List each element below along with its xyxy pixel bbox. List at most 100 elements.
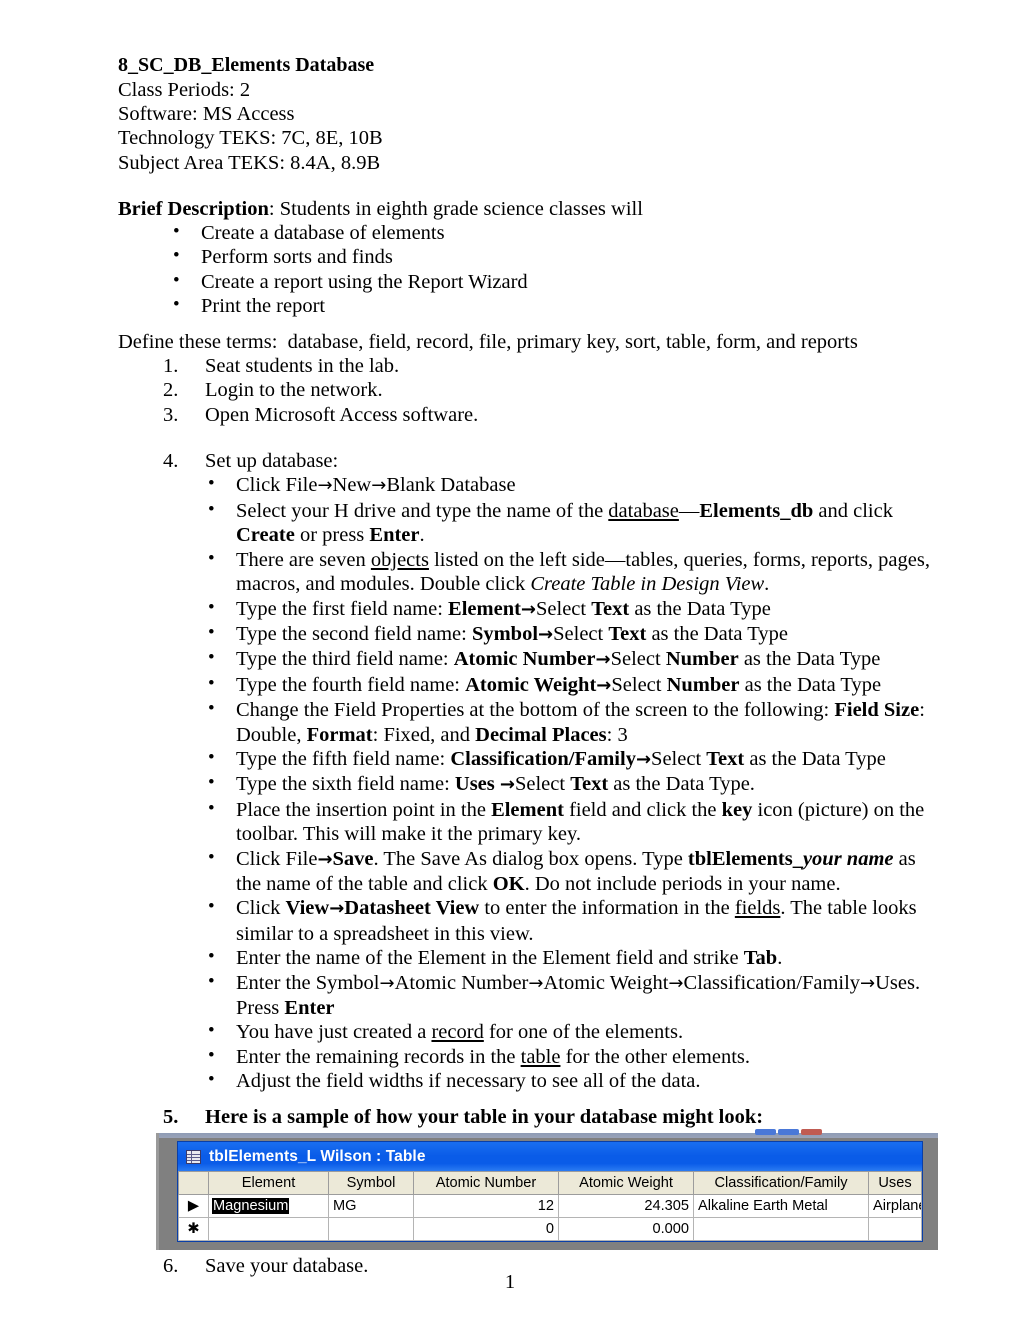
column-header-classification-family[interactable]: Classification/Family bbox=[693, 1171, 869, 1196]
text: : 3 bbox=[606, 723, 628, 746]
bullet-field-properties: Change the Field Properties at the botto… bbox=[198, 697, 940, 747]
text: Atomic Weight bbox=[543, 971, 669, 994]
prop-decimal-places: Decimal Places bbox=[475, 723, 607, 746]
tab-label: Tab bbox=[743, 947, 778, 970]
text: Type the fifth field name: bbox=[236, 747, 451, 770]
arrow-icon: → bbox=[596, 674, 612, 696]
cell-symbol[interactable] bbox=[328, 1217, 414, 1242]
arrow-icon: → bbox=[635, 748, 652, 770]
field-name: Atomic Weight bbox=[465, 673, 597, 696]
column-header-atomic-number[interactable]: Atomic Number bbox=[413, 1171, 559, 1196]
row-selector-current[interactable]: ▶ bbox=[178, 1194, 209, 1219]
text: or press bbox=[294, 524, 370, 547]
close-icon[interactable] bbox=[801, 1129, 822, 1136]
text: Type the third field name: bbox=[236, 648, 454, 671]
text: Change the Field Properties at the botto… bbox=[236, 699, 835, 722]
bullet-remaining-records: Enter the remaining records in the table… bbox=[198, 1044, 940, 1069]
text: as the Data Type bbox=[738, 648, 881, 671]
column-header-symbol[interactable]: Symbol bbox=[328, 1171, 414, 1196]
steps-list-3: 5. Here is a sample of how your table in … bbox=[118, 1105, 940, 1129]
header-line-software: Software: MS Access bbox=[118, 103, 295, 126]
text: as the Data Type bbox=[646, 622, 788, 645]
minimize-icon[interactable] bbox=[755, 1129, 776, 1136]
text: Enter the remaining records in the bbox=[236, 1045, 521, 1068]
ok-label: OK bbox=[492, 872, 525, 895]
save-label: Save bbox=[332, 847, 374, 870]
maximize-icon[interactable] bbox=[778, 1129, 799, 1136]
selected-cell-value[interactable]: Magnesium bbox=[212, 1198, 290, 1215]
define-terms-line: Define these terms: database, field, rec… bbox=[118, 330, 858, 353]
column-header-uses[interactable]: Uses bbox=[868, 1171, 922, 1196]
column-header-atomic-weight[interactable]: Atomic Weight bbox=[558, 1171, 694, 1196]
steps-list-1: 1. Seat students in the lab. 2. Login to t… bbox=[118, 354, 940, 427]
prop-format: Format bbox=[306, 723, 373, 746]
field-name: Element bbox=[448, 597, 521, 620]
cell-atomic-weight[interactable]: 0.000 bbox=[558, 1217, 694, 1242]
db-name: Elements_db bbox=[699, 499, 814, 522]
text: . bbox=[777, 947, 783, 970]
text: Type the fourth field name: bbox=[236, 673, 466, 696]
table-row-new[interactable]: ✱ 0 0.000 bbox=[178, 1217, 922, 1242]
table-row[interactable]: ▶ Magnesium MG 12 24.305 Alkaline Earth … bbox=[178, 1194, 922, 1219]
header-line-class-periods: Class Periods: 2 bbox=[118, 79, 251, 101]
bullet-fourth-field-atomic-weight: Type the fourth field name: Atomic Weigh… bbox=[198, 672, 940, 698]
text: . bbox=[764, 573, 770, 596]
text: New bbox=[332, 474, 372, 497]
text: Enter the name of the Element in the Ele… bbox=[236, 947, 744, 970]
cell-element[interactable]: Magnesium bbox=[208, 1194, 329, 1219]
table-name-placeholder: your name bbox=[802, 847, 894, 870]
prop-field-size: Field Size bbox=[834, 699, 920, 722]
cell-symbol[interactable]: MG bbox=[328, 1194, 414, 1219]
text: There are seven bbox=[236, 548, 371, 571]
cell-element[interactable] bbox=[208, 1217, 329, 1242]
view-label: View bbox=[285, 897, 330, 920]
cell-uses[interactable]: Airplanes, Missiles bbox=[868, 1194, 922, 1219]
arrow-icon: → bbox=[499, 774, 515, 796]
access-datasheet: Element Symbol Atomic Number Atomic Weig… bbox=[178, 1171, 922, 1242]
step-3: 3. Open Microsoft Access software. bbox=[163, 403, 940, 427]
brief-description-rest: : Students in eighth grade science class… bbox=[268, 197, 643, 220]
text: Click bbox=[236, 897, 286, 920]
field-name: Symbol bbox=[471, 622, 539, 645]
arrow-icon: → bbox=[668, 972, 684, 994]
step-text: Here is a sample of how your table in yo… bbox=[205, 1105, 764, 1128]
cell-atomic-number[interactable]: 12 bbox=[413, 1194, 559, 1219]
text: Classification/Family bbox=[683, 971, 861, 994]
enter-label: Enter bbox=[284, 997, 335, 1019]
key-icon-label: key bbox=[721, 798, 753, 821]
table-name-prefix: tblElements_ bbox=[687, 847, 803, 870]
text: Select your H drive and type the name of… bbox=[236, 499, 609, 522]
brief-description-line: Brief Description: Students in eighth gr… bbox=[118, 197, 940, 221]
bullet-sixth-field-uses: Type the sixth field name: Uses →Select … bbox=[198, 771, 940, 797]
list-item: Create a database of elements bbox=[163, 220, 940, 245]
text: field and click the bbox=[563, 798, 722, 821]
step-text: Seat students in the lab. bbox=[205, 354, 400, 377]
datasheet-view-label: Datasheet View bbox=[344, 897, 480, 920]
field-name: Atomic Number bbox=[453, 648, 596, 671]
text: to enter the information in the bbox=[479, 897, 735, 920]
text: — bbox=[678, 499, 700, 522]
cell-classification-family[interactable]: Alkaline Earth Metal bbox=[693, 1194, 869, 1219]
cell-atomic-number[interactable]: 0 bbox=[413, 1217, 559, 1242]
column-header-element[interactable]: Element bbox=[208, 1171, 329, 1196]
brief-description-list: Create a database of elements Perform so… bbox=[163, 220, 940, 319]
bullet-fifth-field-classification: Type the fifth field name: Classificatio… bbox=[198, 746, 940, 772]
bullet-select-h-drive: Select your H drive and type the name of… bbox=[198, 498, 940, 548]
text: . The Save As dialog box opens. Type bbox=[373, 847, 688, 870]
text: Select bbox=[553, 622, 609, 645]
arrow-icon: → bbox=[595, 649, 611, 671]
cell-classification-family[interactable] bbox=[693, 1217, 869, 1242]
data-type: Text bbox=[570, 773, 609, 796]
bullet-enter-element-name: Enter the name of the Element in the Ele… bbox=[198, 945, 940, 970]
text: Select bbox=[536, 597, 592, 620]
cell-uses[interactable] bbox=[868, 1217, 922, 1242]
bullet-created-record: You have just created a record for one o… bbox=[198, 1019, 940, 1044]
row-selector-new-record[interactable]: ✱ bbox=[178, 1217, 209, 1242]
text: as the Data Type bbox=[629, 597, 771, 620]
window-controls bbox=[755, 1129, 822, 1136]
bullet-third-field-atomic-number: Type the third field name: Atomic Number… bbox=[198, 646, 940, 672]
field-name: Uses bbox=[454, 773, 500, 796]
text: . bbox=[419, 524, 425, 547]
create-label: Create bbox=[236, 524, 295, 547]
cell-atomic-weight[interactable]: 24.305 bbox=[558, 1194, 694, 1219]
